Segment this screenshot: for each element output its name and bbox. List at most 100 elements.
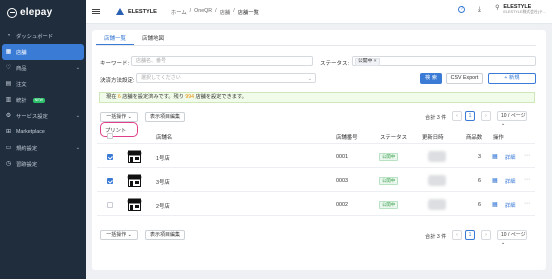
sidebar-item-label: 店舗 bbox=[16, 50, 27, 56]
history-icon: ◷ bbox=[5, 161, 12, 167]
csv-export-button[interactable]: CSV Export bbox=[446, 73, 483, 84]
sidebar-item-terms-settings[interactable]: ▭ 規約設定 ⌄ bbox=[0, 140, 86, 156]
page-1-button-footer[interactable]: 1 bbox=[465, 230, 475, 240]
download-icon[interactable]: ⤓ bbox=[475, 6, 483, 14]
topbar-actions: ? ⤓ ⚲ ELESTYLE ELESTYLE株式会社(テ... bbox=[458, 4, 546, 15]
sidebar-item-label: 注文 bbox=[16, 82, 27, 88]
page-1-button[interactable]: 1 bbox=[465, 111, 475, 121]
sidebar-nav: ◔ ダッシュボード ▦ 店舗 ♡ 商品 ⌄ ▤ 注文 ▥ 統計 NEW ⚙ サー… bbox=[0, 28, 86, 172]
bulk-action-button[interactable]: 一括操作 ⌄ bbox=[100, 112, 138, 122]
tab-store-list[interactable]: 店舗一覧 bbox=[96, 34, 135, 45]
col-updated-at: 更新日時 bbox=[422, 135, 444, 141]
status-chip[interactable]: 公開中 × bbox=[355, 58, 380, 66]
next-page-button-footer[interactable]: › bbox=[481, 230, 491, 240]
sidebar-item-label: 商品 bbox=[16, 66, 27, 72]
edit-columns-button[interactable]: 表示項目編集 bbox=[145, 112, 185, 122]
row-checkbox[interactable] bbox=[107, 202, 113, 208]
store-number: 0002 bbox=[336, 202, 348, 208]
bulk-action-dropdown: プリント bbox=[100, 122, 138, 137]
user-menu[interactable]: ⚲ ELESTYLE ELESTYLE株式会社(テ... bbox=[493, 4, 546, 15]
menu-toggle-icon[interactable] bbox=[92, 8, 100, 15]
sidebar-item-products[interactable]: ♡ 商品 ⌄ bbox=[0, 60, 86, 76]
chevron-down-icon: ⌄ bbox=[75, 113, 80, 119]
bulk-action-button-footer[interactable]: 一括操作 ⌄ bbox=[100, 230, 138, 240]
breadcrumb-oneqr[interactable]: OneQR bbox=[194, 8, 212, 16]
logo[interactable]: elepay bbox=[7, 7, 52, 18]
sidebar-item-label: Marketplace bbox=[16, 129, 45, 135]
payment-label: 決済方法設定: bbox=[100, 78, 135, 84]
remaining-store-count: 994 bbox=[185, 94, 195, 100]
help-icon[interactable]: ? bbox=[458, 6, 466, 13]
keyword-input[interactable]: 店舗名、番号 bbox=[131, 56, 313, 66]
store-number: 0001 bbox=[336, 154, 348, 160]
store-name[interactable]: 1号店 bbox=[156, 154, 170, 162]
col-store-name: 店舗名 bbox=[156, 135, 173, 141]
qr-icon[interactable]: ▦ bbox=[492, 177, 498, 184]
more-icon[interactable]: ⋯ bbox=[524, 200, 530, 207]
sidebar-item-statistics[interactable]: ▥ 統計 NEW bbox=[0, 92, 86, 108]
status-badge: 公開中 bbox=[379, 201, 399, 209]
store-quota-notice: 現在 6 店舗を設定済みです。残り 994 店舗を設定できます。 bbox=[99, 92, 535, 103]
detail-link[interactable]: 詳細 bbox=[505, 202, 515, 209]
total-count: 合計 3 件 bbox=[425, 115, 447, 121]
store-name[interactable]: 2号店 bbox=[156, 202, 170, 210]
updated-at-redacted bbox=[428, 199, 446, 210]
sidebar-item-orders[interactable]: ▤ 注文 bbox=[0, 76, 86, 92]
search-button[interactable]: 検 索 bbox=[420, 73, 442, 84]
product-icon: ♡ bbox=[5, 65, 12, 71]
sidebar-item-label: 習跡設定 bbox=[16, 162, 38, 168]
detail-link[interactable]: 詳細 bbox=[505, 154, 515, 161]
row-checkbox[interactable] bbox=[107, 178, 113, 184]
chart-icon: ▥ bbox=[5, 97, 12, 103]
breadcrumb-stores[interactable]: 店舗 bbox=[220, 8, 231, 16]
chevron-down-icon: ⌄ bbox=[75, 65, 80, 71]
store-icon bbox=[127, 150, 142, 163]
row-checkbox[interactable] bbox=[107, 154, 113, 160]
topbar: ELESTYLE ホーム / OneQR / 店舗 / 店舗一覧 ? ⤓ ⚲ E… bbox=[86, 0, 552, 24]
sidebar-item-label: サービス設定 bbox=[16, 114, 48, 120]
sidebar-item-stores[interactable]: ▦ 店舗 bbox=[2, 44, 84, 60]
breadcrumb: ホーム / OneQR / 店舗 / 店舗一覧 bbox=[171, 8, 259, 16]
updated-at-redacted bbox=[428, 175, 446, 186]
sidebar-item-label: ダッシュボード bbox=[16, 34, 54, 40]
breadcrumb-current: 店舗一覧 bbox=[237, 9, 259, 16]
breadcrumb-separator: / bbox=[233, 7, 235, 14]
more-icon[interactable]: ⋯ bbox=[524, 176, 530, 183]
page-size-select-footer[interactable]: 10 / ページ ⌄ bbox=[497, 230, 527, 246]
qr-icon[interactable]: ▦ bbox=[492, 153, 498, 160]
prev-page-button-footer[interactable]: ‹ bbox=[452, 230, 462, 240]
payment-select[interactable]: 選択してください ⌄ bbox=[136, 73, 316, 83]
status-select[interactable]: 公開中 × bbox=[352, 56, 536, 66]
page-size-select[interactable]: 10 / ページ ⌄ bbox=[497, 111, 527, 127]
detail-link[interactable]: 詳細 bbox=[505, 178, 515, 185]
store-icon bbox=[127, 174, 142, 187]
new-badge: NEW bbox=[32, 97, 45, 103]
qr-icon[interactable]: ▦ bbox=[492, 201, 498, 208]
prev-page-button[interactable]: ‹ bbox=[452, 111, 462, 121]
chevron-down-icon: ⌄ bbox=[307, 76, 312, 82]
status-badge: 公開中 bbox=[379, 153, 399, 161]
breadcrumb-separator: / bbox=[215, 7, 217, 14]
document-icon: ▭ bbox=[5, 145, 12, 151]
chevron-down-icon: ⌄ bbox=[75, 145, 80, 151]
dashboard-icon: ◔ bbox=[6, 33, 11, 39]
breadcrumb-home[interactable]: ホーム bbox=[171, 8, 187, 16]
edit-columns-button-footer[interactable]: 表示項目編集 bbox=[145, 230, 185, 240]
add-store-button[interactable]: + 新規 bbox=[488, 73, 536, 84]
tab-store-map[interactable]: 店舗地図 bbox=[134, 34, 172, 45]
sidebar-item-marketplace[interactable]: ⊞ Marketplace bbox=[0, 124, 86, 140]
sidebar-item-label: 規約設定 bbox=[16, 146, 38, 152]
sidebar: elepay ◔ ダッシュボード ▦ 店舗 ♡ 商品 ⌄ ▤ 注文 ▥ 統計 N… bbox=[0, 0, 86, 279]
payment-placeholder: 選択してください bbox=[141, 75, 181, 81]
updated-at-redacted bbox=[428, 151, 446, 162]
store-number: 0003 bbox=[336, 178, 348, 184]
store-name[interactable]: 3号店 bbox=[156, 178, 170, 186]
sidebar-item-service-settings[interactable]: ⚙ サービス設定 ⌄ bbox=[0, 108, 86, 124]
user-icon: ⚲ bbox=[495, 5, 500, 11]
next-page-button[interactable]: › bbox=[481, 111, 491, 121]
sidebar-item-history-settings[interactable]: ◷ 習跡設定 bbox=[0, 156, 86, 172]
store-icon: ▦ bbox=[5, 49, 12, 55]
select-all-checkbox[interactable] bbox=[107, 133, 113, 139]
more-icon[interactable]: ⋯ bbox=[524, 152, 530, 159]
sidebar-item-dashboard[interactable]: ◔ ダッシュボード bbox=[0, 28, 86, 44]
